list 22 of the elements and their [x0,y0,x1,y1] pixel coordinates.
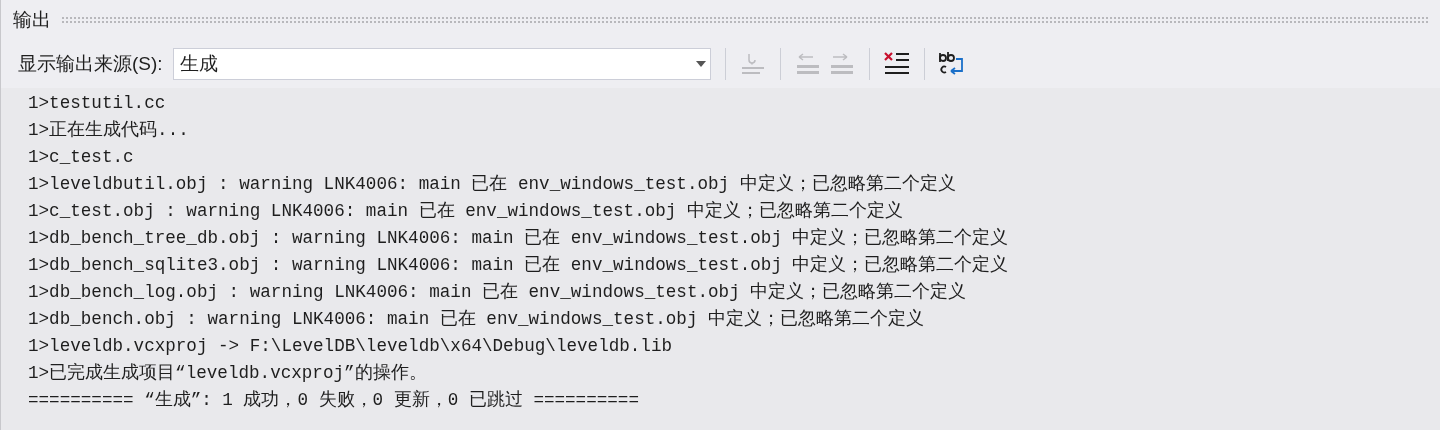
output-line: 1>leveldb.vcxproj -> F:\LevelDB\leveldb\x64\Debug\leveldb.lib [28,335,673,358]
output-line: 1>c_test.c [28,146,134,169]
source-dropdown[interactable]: 生成 [172,48,711,80]
previous-message-icon [794,52,821,76]
output-line: 1>c_test.obj : warning LNK4006: main 已在 env_windows_test.obj 中定义；已忽略第二个定义 [28,200,903,223]
output-line: ========== “生成”: 1 成功，0 失败，0 更新，0 已跳过 ========== [28,389,639,412]
output-line: 1>testutil.cc [28,92,166,115]
clear-all-icon [882,51,911,77]
drag-grip[interactable] [61,16,1428,24]
goto-line-icon [739,52,766,76]
output-line: 1>已完成生成项目“leveldb.vcxproj”的操作。 [28,362,427,385]
word-wrap-icon [937,51,966,77]
output-line: 1>db_bench_log.obj : warning LNK4006: main 已在 env_windows_test.obj 中定义；已忽略第二个定义 [28,281,967,304]
next-message-icon [828,52,855,76]
output-line: 1>leveldbutil.obj : warning LNK4006: main 已在 env_windows_test.obj 中定义；已忽略第二个定义 [28,173,956,196]
source-label: 显示输出来源(S): [18,51,163,76]
output-line: 1>db_bench_sqlite3.obj : warning LNK4006: main 已在 env_windows_test.obj 中定义；已忽略第二个定义 [28,254,1009,277]
output-line: 1>db_bench.obj : warning LNK4006: main 已在 env_windows_test.obj 中定义；已忽略第二个定义 [28,308,925,331]
output-line: 1>db_bench_tree_db.obj : warning LNK4006: main 已在 env_windows_test.obj 中定义；已忽略第二个定义 [28,227,1009,250]
panel-title: 输出 [13,7,51,32]
dropdown-caret-icon [695,61,706,67]
output-line: 1>正在生成代码... [28,119,189,142]
